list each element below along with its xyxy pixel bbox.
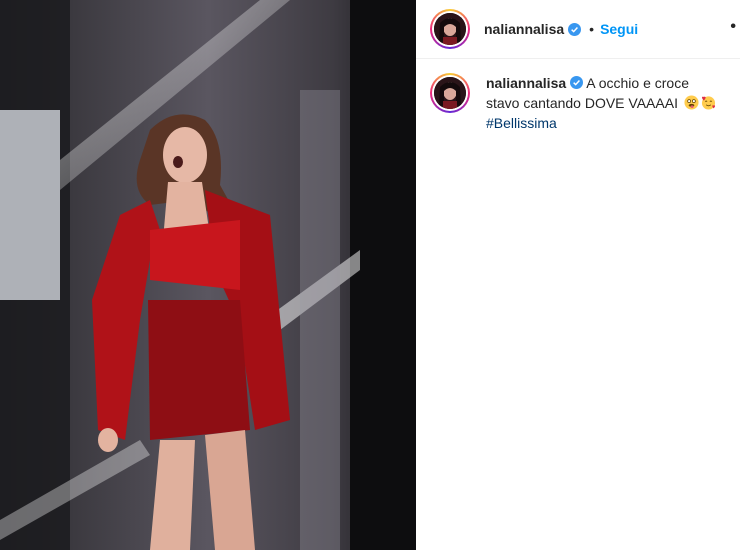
stage-performer-image: [0, 0, 416, 550]
post-header: naliannalisa • Segui •: [416, 0, 740, 59]
more-options-icon[interactable]: •: [730, 18, 736, 36]
caption-avatar[interactable]: [430, 73, 470, 113]
verified-badge-icon: [570, 76, 584, 89]
caption-text-block: naliannalisa A occhio e croce stavo cant…: [486, 73, 726, 133]
avatar-image: [434, 13, 466, 45]
avatar[interactable]: [430, 9, 470, 49]
post-photo[interactable]: [0, 0, 416, 550]
follow-button[interactable]: Segui: [600, 21, 638, 37]
caption-username[interactable]: naliannalisa: [486, 75, 566, 91]
hashtag-link[interactable]: #Bellissima: [486, 115, 557, 131]
tongue-out-emoji-icon: [684, 95, 699, 110]
header-separator: •: [589, 21, 595, 37]
verified-badge-icon: [568, 22, 582, 36]
post-side-panel: naliannalisa • Segui • naliannalisa A oc…: [416, 0, 740, 550]
header-username[interactable]: naliannalisa: [484, 21, 564, 37]
smiling-hearts-emoji-icon: [701, 96, 715, 110]
avatar-image: [434, 77, 466, 109]
post-caption: naliannalisa A occhio e croce stavo cant…: [416, 59, 740, 133]
